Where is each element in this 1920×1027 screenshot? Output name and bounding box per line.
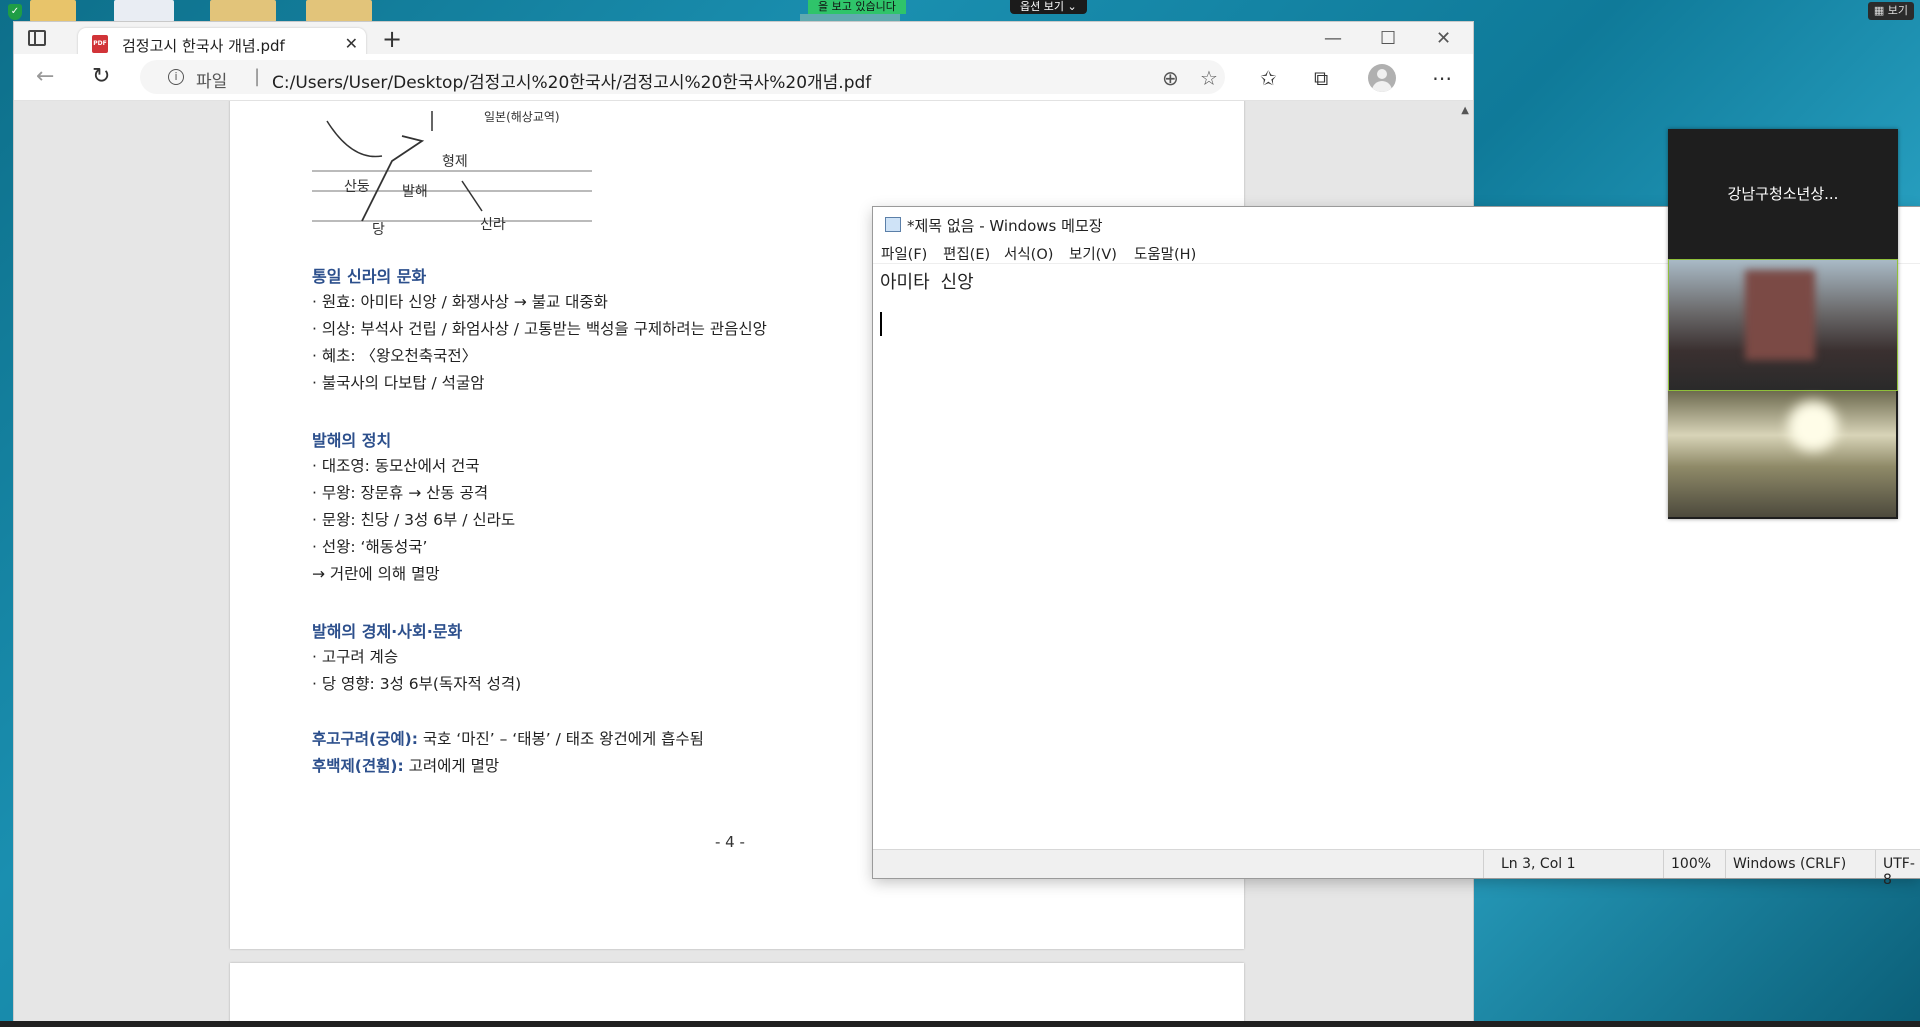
zoom-options-button[interactable]: 옵션 보기 ⌄	[1010, 0, 1087, 14]
notepad-status-bar: Ln 3, Col 1 100% Windows (CRLF) UTF-8	[873, 849, 1920, 888]
url-text[interactable]: C:/Users/User/Desktop/검정고시%20한국사/검정고시%20…	[272, 68, 871, 93]
minimize-icon[interactable]: —	[1324, 28, 1342, 49]
sketch-label: 당	[372, 222, 385, 238]
status-position: Ln 3, Col 1	[1501, 856, 1576, 872]
sketch-label: 산둥	[344, 179, 370, 195]
section-heading: 발해의 경제·사회·문화	[312, 622, 463, 641]
section-line: → 거란에 의해 멸망	[312, 565, 440, 583]
more-menu-icon[interactable]: ⋯	[1432, 66, 1452, 90]
tab-title: 검정고시 한국사 개념.pdf	[122, 37, 285, 55]
maximize-icon[interactable]: ☐	[1380, 28, 1396, 49]
monitor-icon[interactable]	[114, 0, 174, 22]
participant-video[interactable]	[1668, 391, 1896, 517]
close-window-icon[interactable]: ✕	[1436, 28, 1451, 49]
participant-video[interactable]	[1668, 259, 1898, 391]
section-line: · 당 영향: 3성 6부(독자적 성격)	[312, 675, 522, 693]
status-divider	[1483, 850, 1484, 878]
zoom-view-label: 보기	[1887, 4, 1908, 17]
scroll-up-icon[interactable]: ▲	[1461, 105, 1469, 116]
text-caret	[880, 312, 882, 336]
collections-icon[interactable]: ⧉	[1314, 66, 1328, 90]
blurred-light	[1788, 401, 1838, 451]
pdf-file-icon: PDF	[92, 35, 108, 53]
status-encoding: UTF-8	[1883, 856, 1915, 888]
info-icon[interactable]: i	[168, 69, 184, 85]
section-heading: 발해의 정치	[312, 431, 392, 450]
status-divider	[1875, 850, 1876, 878]
address-scheme-label: 파일	[196, 72, 228, 92]
address-separator: |	[254, 66, 261, 87]
back-icon[interactable]: ←	[36, 66, 54, 88]
later-kingdom-label: 후백제(견훤):	[312, 757, 404, 775]
address-bar[interactable]: i 파일 | C:/Users/User/Desktop/검정고시%20한국사/…	[140, 60, 1225, 94]
section-line: · 문왕: 친당 / 3성 6부 / 신라도	[312, 511, 516, 529]
status-divider	[1663, 850, 1664, 878]
section-heading: 통일 신라의 문화	[312, 267, 427, 286]
zoom-video-panel[interactable]: 강남구청소년상...	[1668, 129, 1898, 519]
menu-help[interactable]: 도움말(H)	[1134, 243, 1196, 264]
profile-avatar[interactable]	[1368, 64, 1396, 92]
folder-icon[interactable]	[210, 0, 276, 22]
sketch-label: 신라	[480, 217, 506, 233]
favorites-icon[interactable]: ✩	[1260, 66, 1277, 90]
sketch-label: 형제	[442, 154, 468, 170]
zoom-icon[interactable]: ⊕	[1162, 66, 1179, 90]
new-tab-icon[interactable]: +	[382, 27, 402, 51]
sketch-label: 일본(해상교역)	[484, 110, 560, 124]
participant-name: 강남구청소년상...	[1727, 185, 1839, 203]
status-line-ending: Windows (CRLF)	[1733, 856, 1847, 872]
status-zoom: 100%	[1671, 856, 1712, 872]
notepad-app-icon	[885, 217, 901, 232]
blurred-face	[1745, 270, 1815, 360]
tab-actions-icon[interactable]	[28, 30, 46, 46]
folder-icon[interactable]	[306, 0, 372, 22]
section-line: · 선왕: ‘해동성국’	[312, 538, 428, 556]
menu-file[interactable]: 파일(F)	[881, 243, 927, 264]
section-line: · 원효: 아미타 신앙 / 화쟁사상 → 불교 대중화	[312, 293, 608, 311]
menu-edit[interactable]: 편집(E)	[943, 243, 990, 264]
status-divider	[1725, 850, 1726, 878]
section-line: · 무왕: 장문휴 → 산동 공격	[312, 484, 489, 502]
zoom-share-notice: 을 보고 있습니다	[808, 0, 906, 14]
tab-bar: PDF 검정고시 한국사 개념.pdf ✕ + — ☐ ✕	[14, 22, 1473, 60]
later-kingdom-text: 국호 ‘마진’ – ‘태봉’ / 태조 왕건에게 흡수됨	[417, 730, 704, 748]
sketch-label: 발해	[402, 184, 428, 200]
handwritten-map-sketch: 산둥 발해 당 신라 일본(해상교역) 형제	[312, 110, 592, 238]
page-number: - 4 -	[715, 833, 745, 851]
notepad-title: *제목 없음 - Windows 메모장	[907, 217, 1103, 235]
close-tab-icon[interactable]: ✕	[345, 34, 358, 53]
zoom-view-button[interactable]: ▦ 보기	[1867, 2, 1914, 20]
section-line: · 혜초: 〈왕오천축국전〉	[312, 347, 478, 365]
address-bar-row: ← ↻ i 파일 | C:/Users/User/Desktop/검정고시%20…	[14, 54, 1473, 101]
pdf-next-page	[230, 963, 1244, 1027]
later-kingdom-line: 후고구려(궁예): 국호 ‘마진’ – ‘태봉’ / 태조 왕건에게 흡수됨	[312, 727, 704, 749]
section-line: · 의상: 부석사 건립 / 화엄사상 / 고통받는 백성을 구제하려는 관음신…	[312, 320, 767, 338]
notepad-content: 아미타 신앙	[880, 272, 974, 293]
desktop-top-strip: ✓	[0, 0, 1920, 22]
section-line: · 불국사의 다보탑 / 석굴암	[312, 374, 485, 392]
later-kingdom-label: 후고구려(궁예):	[312, 730, 418, 748]
add-favorite-icon[interactable]: ☆	[1200, 66, 1218, 90]
menu-view[interactable]: 보기(V)	[1069, 243, 1117, 264]
folder-icon[interactable]	[30, 0, 76, 22]
section-line: · 고구려 계승	[312, 648, 399, 666]
refresh-icon[interactable]: ↻	[92, 66, 110, 88]
later-kingdom-line: 후백제(견훤): 고려에게 멸망	[312, 754, 499, 776]
section-line: · 대조영: 동모산에서 건국	[312, 457, 480, 475]
later-kingdom-text: 고려에게 멸망	[403, 757, 500, 775]
security-shield-icon[interactable]: ✓	[8, 4, 22, 20]
taskbar-edge	[0, 1021, 1920, 1027]
menu-format[interactable]: 서식(O)	[1004, 243, 1053, 264]
